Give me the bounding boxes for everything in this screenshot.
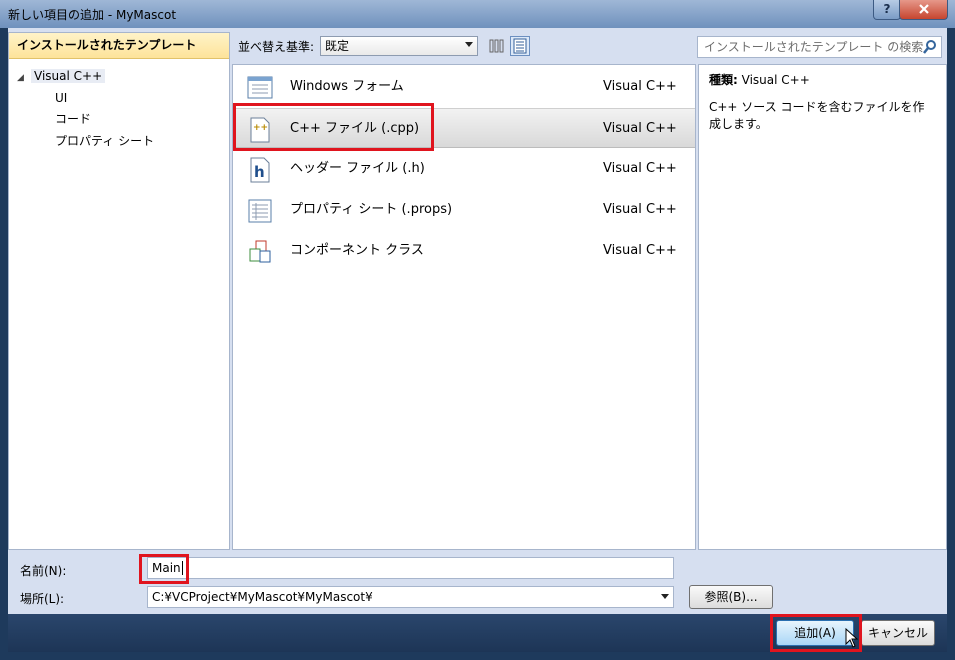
svg-text:h: h — [254, 163, 265, 181]
template-name: Windows フォーム — [290, 79, 404, 94]
list-view-button[interactable] — [486, 36, 506, 56]
help-button[interactable]: ? — [873, 0, 901, 20]
browse-button[interactable]: 参照(B)... — [689, 585, 773, 609]
cancel-button[interactable]: キャンセル — [861, 620, 935, 646]
template-type: 種類: Visual C++ — [709, 72, 936, 89]
template-item-header-file[interactable]: h ヘッダー ファイル (.h) Visual C++ — [233, 149, 695, 189]
tree-item-label: Visual C++ — [31, 69, 106, 83]
mouse-cursor-icon — [845, 628, 859, 648]
name-input[interactable]: Main — [147, 557, 674, 579]
template-item-cpp-file[interactable]: ++ C++ ファイル (.cpp) Visual C++ — [233, 108, 695, 148]
windows-form-icon — [247, 76, 273, 99]
search-placeholder: インストールされたテンプレート の検索 — [704, 40, 924, 54]
tree-item-ui[interactable]: UI — [55, 88, 67, 108]
tree-item-visual-cpp[interactable]: ◢ Visual C++ — [17, 66, 106, 88]
template-category-panel: インストールされたテンプレート ◢ Visual C++ UI コード プロパティ… — [8, 32, 230, 550]
name-value: Main — [152, 561, 181, 575]
template-list: Windows フォーム Visual C++ ++ C++ ファイル (.cp… — [232, 64, 696, 550]
svg-text:++: ++ — [253, 123, 268, 133]
template-name: C++ ファイル (.cpp) — [290, 121, 420, 136]
template-language: Visual C++ — [603, 79, 677, 94]
tree-expand-icon[interactable]: ◢ — [17, 68, 31, 88]
component-class-icon — [249, 240, 271, 263]
tree-item-code[interactable]: コード — [55, 109, 91, 129]
type-value: Visual C++ — [741, 73, 810, 87]
title-bar: 新しい項目の追加 - MyMascot ? — [0, 0, 955, 28]
cpp-file-icon: ++ — [250, 117, 270, 143]
text-caret — [181, 561, 183, 575]
installed-templates-header[interactable]: インストールされたテンプレート — [9, 33, 229, 59]
search-icon[interactable] — [922, 39, 938, 55]
close-button[interactable] — [899, 0, 948, 20]
template-details-panel: 種類: Visual C++ C++ ソース コードを含むファイルを作成します。 — [698, 64, 947, 550]
location-value: C:¥VCProject¥MyMascot¥MyMascot¥ — [152, 590, 373, 604]
search-input[interactable]: インストールされたテンプレート の検索 — [697, 36, 942, 58]
list-view-icon — [489, 39, 504, 53]
detail-view-button[interactable] — [510, 36, 530, 56]
detail-view-icon — [513, 38, 527, 54]
template-name: コンポーネント クラス — [290, 243, 424, 258]
chevron-down-icon — [465, 42, 473, 47]
template-language: Visual C++ — [603, 202, 677, 217]
type-label: 種類: — [709, 73, 738, 87]
header-file-icon: h — [250, 157, 270, 183]
add-button[interactable]: 追加(A) — [776, 620, 854, 646]
template-language: Visual C++ — [603, 121, 677, 136]
template-item-windows-form[interactable]: Windows フォーム Visual C++ — [233, 67, 695, 107]
property-sheet-icon — [248, 199, 272, 223]
window-title: 新しい項目の追加 - MyMascot — [8, 8, 177, 22]
template-language: Visual C++ — [603, 161, 677, 176]
name-label: 名前(N): — [20, 564, 67, 578]
template-name: プロパティ シート (.props) — [290, 202, 453, 217]
template-description: C++ ソース コードを含むファイルを作成します。 — [709, 100, 925, 131]
template-item-component-class[interactable]: コンポーネント クラス Visual C++ — [233, 231, 695, 271]
template-name: ヘッダー ファイル (.h) — [290, 161, 425, 176]
template-item-property-sheet[interactable]: プロパティ シート (.props) Visual C++ — [233, 190, 695, 230]
chevron-down-icon[interactable] — [661, 594, 669, 599]
tree-item-property-sheet[interactable]: プロパティ シート — [55, 131, 154, 151]
template-language: Visual C++ — [603, 243, 677, 258]
location-dropdown[interactable]: C:¥VCProject¥MyMascot¥MyMascot¥ — [147, 586, 674, 608]
sort-dropdown[interactable]: 既定 — [320, 36, 478, 56]
sort-value: 既定 — [325, 39, 350, 53]
location-label: 場所(L): — [20, 592, 65, 606]
close-icon — [918, 4, 929, 14]
sort-label: 並べ替え基準: — [238, 40, 315, 54]
